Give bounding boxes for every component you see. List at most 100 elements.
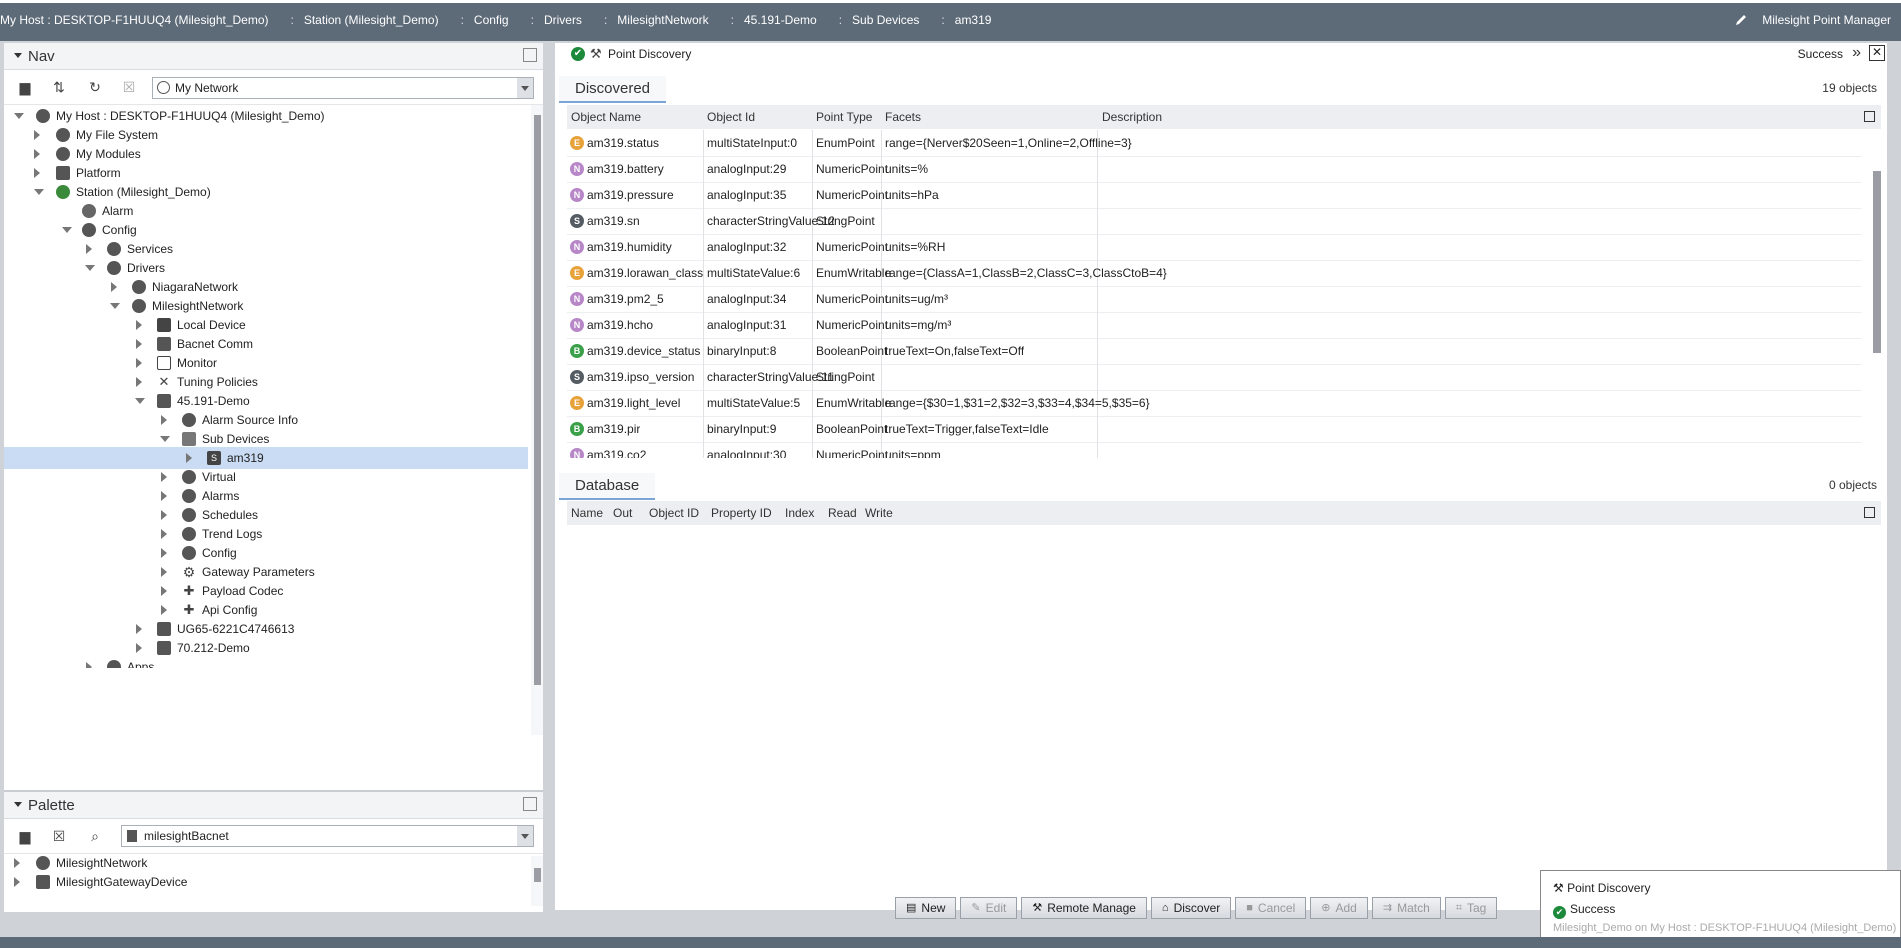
expand-twisty-icon[interactable] [111,282,117,292]
tree-item-apps[interactable]: Apps [4,656,528,668]
sync-arrows-icon[interactable]: ⇅ [50,78,68,96]
chevron-down-icon[interactable] [517,826,533,846]
folder-icon[interactable]: ▆ [16,78,34,96]
scrollbar-thumb[interactable] [1873,171,1881,353]
expand-twisty-icon[interactable] [161,567,167,577]
refresh-icon[interactable]: ↻ [86,78,104,96]
close-icon[interactable]: ✕ [1869,45,1885,61]
scrollbar-thumb[interactable] [534,868,541,882]
table-row[interactable]: Eam319.status multiStateInput:0 EnumPoint r… [567,130,1861,157]
breadcrumb-host[interactable]: My Host : DESKTOP-F1HUUQ4 (Milesight_Dem… [0,13,269,27]
column-header-object-id[interactable]: Object ID [649,506,699,520]
expand-twisty-icon[interactable] [136,320,142,330]
table-row[interactable]: Sam319.ipso_version characterStringValue:… [567,364,1861,391]
match-button[interactable]: ⇉ Match [1371,897,1441,919]
column-header-index[interactable]: Index [785,506,814,520]
close-icon[interactable]: ☒ [50,827,68,845]
edit-button[interactable]: ✎ Edit [960,897,1018,919]
expand-twisty-icon[interactable] [86,662,92,668]
expand-twisty-icon[interactable] [161,529,167,539]
database-tab[interactable]: Database [559,473,656,500]
expand-twisty-icon[interactable] [161,548,167,558]
table-options-icon[interactable] [1864,111,1875,122]
nav-scrollbar[interactable] [531,105,543,735]
collapse-twisty-icon[interactable] [85,265,95,271]
table-row[interactable]: Bam319.device_status binaryInput:8 Boolean… [567,338,1861,365]
collapse-twisty-icon[interactable] [62,227,72,233]
expand-twisty-icon[interactable] [86,244,92,254]
column-header-write[interactable]: Write [865,506,893,520]
breadcrumb-drivers[interactable]: Drivers [544,13,582,27]
breadcrumb-config[interactable]: Config [474,13,509,27]
column-header-description[interactable]: Description [1102,110,1162,124]
expand-twisty-icon[interactable] [186,453,192,463]
expand-twisty-icon[interactable] [136,624,142,634]
expand-twisty-icon[interactable] [161,605,167,615]
remote-manage-button[interactable]: ⚒ Remote Manage [1021,897,1147,919]
collapse-twisty-icon[interactable] [14,113,24,119]
nav-root-select[interactable]: My Network [152,77,534,99]
expand-twisty-icon[interactable] [161,415,167,425]
collapse-twisty-icon[interactable] [110,303,120,309]
expand-twisty-icon[interactable] [136,643,142,653]
palette-item-gateway-device[interactable]: MilesightGatewayDevice [4,871,528,893]
expand-twisty-icon[interactable] [34,149,40,159]
breadcrumb-device[interactable]: 45.191-Demo [744,13,817,27]
expand-twisty-icon[interactable] [161,472,167,482]
breadcrumb-milesight-network[interactable]: MilesightNetwork [617,13,708,27]
search-icon[interactable]: ⌕ [86,827,104,845]
breadcrumb-station[interactable]: Station (Milesight_Demo) [304,13,439,27]
breadcrumb-am319[interactable]: am319 [955,13,992,27]
palette-scrollbar[interactable] [531,856,543,906]
collapse-twisty-icon[interactable] [34,189,44,195]
add-button[interactable]: ⊕ Add [1310,897,1368,919]
new-button[interactable]: ▤ New [895,897,957,919]
expand-twisty-icon[interactable] [161,586,167,596]
table-row[interactable]: Eam319.light_level multiStateValue:5 EnumW… [567,390,1861,417]
table-row[interactable]: Sam319.sn characterStringValue:12 StringPo… [567,208,1861,235]
table-row[interactable]: Nam319.pm2_5 analogInput:34 NumericPoint un… [567,286,1861,313]
maximize-icon[interactable] [523,48,537,62]
table-row[interactable]: Eam319.lorawan_class multiStateValue:6 Enu… [567,260,1861,287]
close-icon[interactable]: ☒ [120,78,138,96]
column-header-property-id[interactable]: Property ID [711,506,772,520]
collapse-twisty-icon[interactable] [160,436,170,442]
expand-twisty-icon[interactable] [161,491,167,501]
table-row[interactable]: Nam319.pressure analogInput:35 NumericPoin… [567,182,1861,209]
expand-twisty-icon[interactable] [34,130,40,140]
expand-twisty-icon[interactable] [136,339,142,349]
chevron-down-icon[interactable] [517,78,533,98]
collapse-twisty-icon[interactable] [135,398,145,404]
tag-button[interactable]: ⌗ Tag [1444,897,1498,919]
table-row[interactable]: Bam319.pir binaryInput:9 BooleanPoint trueT… [567,416,1861,443]
table-row[interactable]: Nam319.co2 analogInput:30 NumericPoint unit… [567,442,1861,458]
table-row[interactable]: Nam319.hcho analogInput:31 NumericPoint uni… [567,312,1861,339]
maximize-icon[interactable] [523,797,537,811]
column-header-facets[interactable]: Facets [885,110,921,124]
column-header-point-type[interactable]: Point Type [816,110,872,124]
table-row[interactable]: Nam319.battery analogInput:29 NumericPoint… [567,156,1861,183]
view-selector[interactable]: Milesight Point Manager [1734,13,1891,27]
table-row[interactable]: Nam319.humidity analogInput:32 NumericPoin… [567,234,1861,261]
column-header-out[interactable]: Out [613,506,632,520]
breadcrumb-sub-devices[interactable]: Sub Devices [852,13,919,27]
column-header-name[interactable]: Name [571,506,603,520]
expand-twisty-icon[interactable] [34,168,40,178]
expand-twisty-icon[interactable] [14,877,20,887]
expand-twisty-icon[interactable] [136,377,142,387]
expand-twisty-icon[interactable] [14,858,20,868]
column-header-read[interactable]: Read [828,506,857,520]
cancel-button[interactable]: ■ Cancel [1235,897,1307,919]
discovered-scrollbar[interactable] [1871,153,1881,483]
discovered-tab[interactable]: Discovered [559,76,667,103]
expand-twisty-icon[interactable] [136,358,142,368]
column-header-object-id[interactable]: Object Id [707,110,755,124]
expand-twisty-icon[interactable] [161,510,167,520]
palette-module-select[interactable]: milesightBacnet [121,825,534,847]
discover-button[interactable]: ⌂ Discover [1150,897,1232,919]
open-folder-icon[interactable]: ▆ [16,827,34,845]
fast-forward-icon[interactable]: » [1852,44,1861,62]
column-header-object-name[interactable]: Object Name [571,110,641,124]
table-options-icon[interactable] [1864,507,1875,518]
scrollbar-thumb[interactable] [534,115,541,685]
